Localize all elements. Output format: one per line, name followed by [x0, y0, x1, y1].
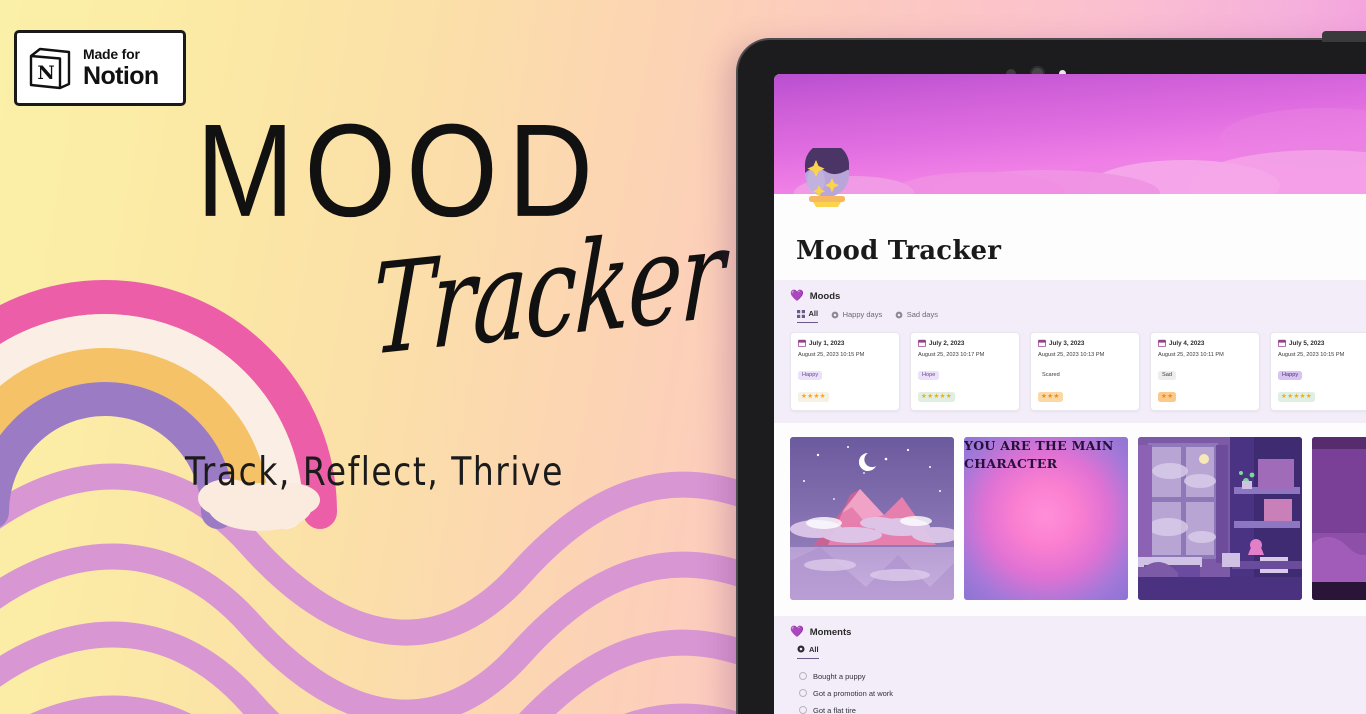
list-item[interactable]: Got a flat tire — [790, 702, 1366, 714]
mood-card-rating: ★★★ — [1038, 392, 1063, 402]
grid-view-icon — [797, 309, 805, 318]
moments-db-title: Moments — [809, 626, 852, 638]
mood-card-timestamp: August 25, 2023 10:11 PM — [1158, 352, 1224, 358]
calendar-icon — [918, 339, 926, 347]
calendar-icon — [1038, 339, 1046, 347]
page-title-mood: MOOD — [196, 97, 604, 245]
tagline: Track, Reflect, Thrive — [185, 448, 564, 495]
purple-heart-icon: 💜 — [790, 290, 804, 302]
image-gallery-row: YOU ARE THE MAIN CHARACTER — [774, 422, 1366, 614]
mood-card-tag: Sad — [1158, 370, 1176, 380]
mood-card-timestamp: August 25, 2023 10:13 PM — [1038, 352, 1105, 358]
bedroom-scene-svg — [1138, 436, 1302, 600]
mood-card-rating: ★★★★★ — [918, 392, 956, 402]
filter-circle-icon — [831, 311, 839, 318]
svg-text:N: N — [37, 62, 54, 84]
mood-card-date: July 2, 2023 — [929, 339, 965, 347]
mood-card-rating: ★★★★ — [798, 392, 829, 402]
tablet-top-button[interactable] — [1322, 31, 1366, 42]
crystal-ball-icon[interactable] — [796, 142, 858, 210]
main-character-quote-image[interactable]: YOU ARE THE MAIN CHARACTER — [964, 436, 1128, 600]
list-item[interactable]: Got a promotion at work — [790, 685, 1366, 702]
tab-all[interactable]: All — [797, 309, 819, 323]
tab-moments-all-label: All — [809, 644, 819, 654]
moods-db-header: 💜 Moods — [790, 290, 1366, 303]
moods-database-block: 💜 Moods All Happy days Sad days July 1, … — [774, 280, 1366, 423]
mood-card-rating: ★★ — [1158, 392, 1177, 402]
list-item-label: Bought a puppy — [813, 671, 866, 681]
mood-card-timestamp: August 25, 2023 10:17 PM — [918, 352, 985, 358]
list-item[interactable]: Bought a puppy — [790, 668, 1366, 685]
calendar-icon — [1158, 339, 1166, 347]
tablet-screen: Mood Tracker 💜 Moods All Happy days Sad … — [774, 74, 1366, 714]
mood-card-tag: Happy — [1278, 370, 1303, 380]
quote-text: YOU ARE THE MAIN CHARACTER — [964, 437, 1114, 471]
moods-db-tabs: All Happy days Sad days — [797, 309, 1366, 323]
mood-cards-row: July 1, 2023 August 25, 2023 10:15 PM Ha… — [790, 332, 1366, 411]
mood-card-tag: Happy — [798, 370, 823, 380]
checkbox-icon[interactable] — [799, 706, 807, 714]
moods-db-title: Moods — [809, 291, 841, 302]
checkbox-icon[interactable] — [799, 672, 807, 680]
list-item-label: Got a flat tire — [813, 705, 856, 714]
tab-sad-days-label: Sad days — [906, 310, 938, 319]
mood-card-timestamp: August 25, 2023 10:15 PM — [798, 352, 865, 358]
tab-sad-days[interactable]: Sad days — [895, 310, 938, 323]
notion-cube-icon: N — [27, 45, 73, 91]
mood-card-date: July 4, 2023 — [1169, 339, 1205, 347]
pixel-bedroom-window-image[interactable] — [1138, 436, 1302, 600]
page-title: Mood Tracker — [796, 236, 1002, 266]
mood-card-tag: Hope — [918, 370, 940, 380]
room-lights-scene-svg — [1312, 436, 1366, 600]
notion-page-body: Mood Tracker 💜 Moods All Happy days Sad … — [774, 194, 1366, 714]
badge-made-for-label: Made for — [83, 46, 140, 63]
tab-all-label: All — [808, 309, 819, 318]
tab-happy-days[interactable]: Happy days — [831, 310, 882, 323]
checkbox-icon[interactable] — [799, 689, 807, 697]
tablet-device: Mood Tracker 💜 Moods All Happy days Sad … — [736, 31, 1366, 714]
moments-list: Bought a puppy Got a promotion at work G… — [790, 668, 1366, 714]
mood-card-tag: Scared — [1038, 370, 1064, 380]
mood-card[interactable]: July 1, 2023 August 25, 2023 10:15 PM Ha… — [790, 332, 900, 411]
mood-card-timestamp: August 25, 2023 10:15 PM — [1278, 352, 1345, 358]
pixel-room-lights-image[interactable] — [1312, 436, 1366, 600]
calendar-icon — [1278, 339, 1286, 347]
mood-card[interactable]: July 3, 2023 August 25, 2023 10:13 PM Sc… — [1030, 332, 1140, 411]
mountain-scene-svg — [790, 436, 954, 600]
filter-circle-icon — [895, 311, 903, 318]
mood-card[interactable]: July 2, 2023 August 25, 2023 10:17 PM Ho… — [910, 332, 1020, 411]
list-item-label: Got a promotion at work — [813, 688, 894, 698]
notion-page-cover[interactable] — [774, 74, 1366, 194]
mood-card[interactable]: July 4, 2023 August 25, 2023 10:11 PM Sa… — [1150, 332, 1260, 411]
mood-card-date: July 3, 2023 — [1049, 339, 1085, 347]
purple-heart-icon: 💜 — [790, 625, 804, 638]
pixel-mountain-night-image[interactable] — [790, 436, 954, 600]
mood-card-date: July 5, 2023 — [1289, 339, 1325, 347]
mood-card-rating: ★★★★★ — [1278, 392, 1316, 402]
calendar-icon — [798, 339, 806, 347]
mood-card-date: July 1, 2023 — [809, 339, 845, 347]
badge-brand-label: Notion — [83, 61, 159, 90]
moments-db-header: 💜 Moments — [790, 625, 1366, 638]
tab-happy-days-label: Happy days — [842, 310, 883, 319]
moments-db-tabs: All — [797, 645, 1366, 659]
made-for-notion-badge: N Made for Notion — [14, 30, 186, 106]
mood-card[interactable]: July 5, 2023 August 25, 2023 10:15 PM Ha… — [1270, 332, 1366, 411]
moments-database-block: 💜 Moments All Bought a puppy Got a promo… — [774, 615, 1366, 714]
quote-backdrop: YOU ARE THE MAIN CHARACTER — [964, 436, 1128, 600]
tab-moments-all[interactable]: All — [797, 645, 819, 659]
circle-view-icon — [797, 645, 805, 653]
